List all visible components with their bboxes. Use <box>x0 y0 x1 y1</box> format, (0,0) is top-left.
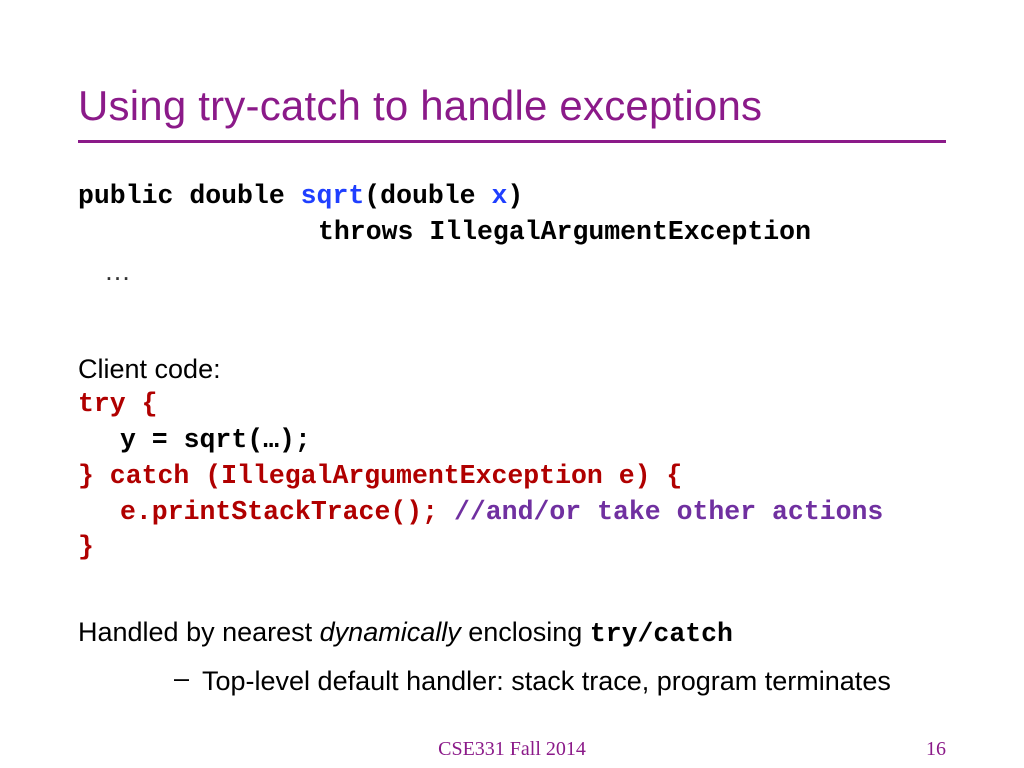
note-ital: dynamically <box>320 617 461 647</box>
handled-note: Handled by nearest dynamically enclosing… <box>78 614 946 653</box>
note-mid: enclosing <box>461 617 590 647</box>
code-catch: } catch (IllegalArgumentException e) { <box>78 459 946 495</box>
bullet-dash: – <box>174 663 202 694</box>
spacer <box>78 566 946 614</box>
code-end: } <box>78 530 946 566</box>
code-try: try { <box>78 387 946 423</box>
slide: Using try-catch to handle exceptions pub… <box>0 0 1024 768</box>
sig-method: sqrt <box>301 181 365 211</box>
sig-param: x <box>492 181 508 211</box>
slide-title: Using try-catch to handle exceptions <box>78 82 946 143</box>
bullet: – Top-level default handler: stack trace… <box>78 663 946 699</box>
code-print: e.printStackTrace(); <box>120 497 438 527</box>
method-signature: public double sqrt(double x) <box>78 179 946 215</box>
client-code-label: Client code: <box>78 351 946 387</box>
spacer <box>78 289 946 351</box>
note-pre: Handled by nearest <box>78 617 320 647</box>
code-comment: //and/or take other actions <box>438 497 883 527</box>
note-mono: try/catch <box>590 619 733 649</box>
footer-page: 16 <box>926 738 946 761</box>
throws-clause: throws IllegalArgumentException <box>78 215 946 251</box>
bullet-text: Top-level default handler: stack trace, … <box>202 663 891 699</box>
sig-keyword: public double <box>78 181 301 211</box>
code-call: y = sqrt(…); <box>78 423 946 459</box>
code-body: e.printStackTrace(); //and/or take other… <box>78 495 946 531</box>
footer-course: CSE331 Fall 2014 <box>438 738 586 761</box>
sig-close: ) <box>507 181 523 211</box>
ellipsis: … <box>78 253 131 289</box>
sig-paren: (double <box>364 181 491 211</box>
